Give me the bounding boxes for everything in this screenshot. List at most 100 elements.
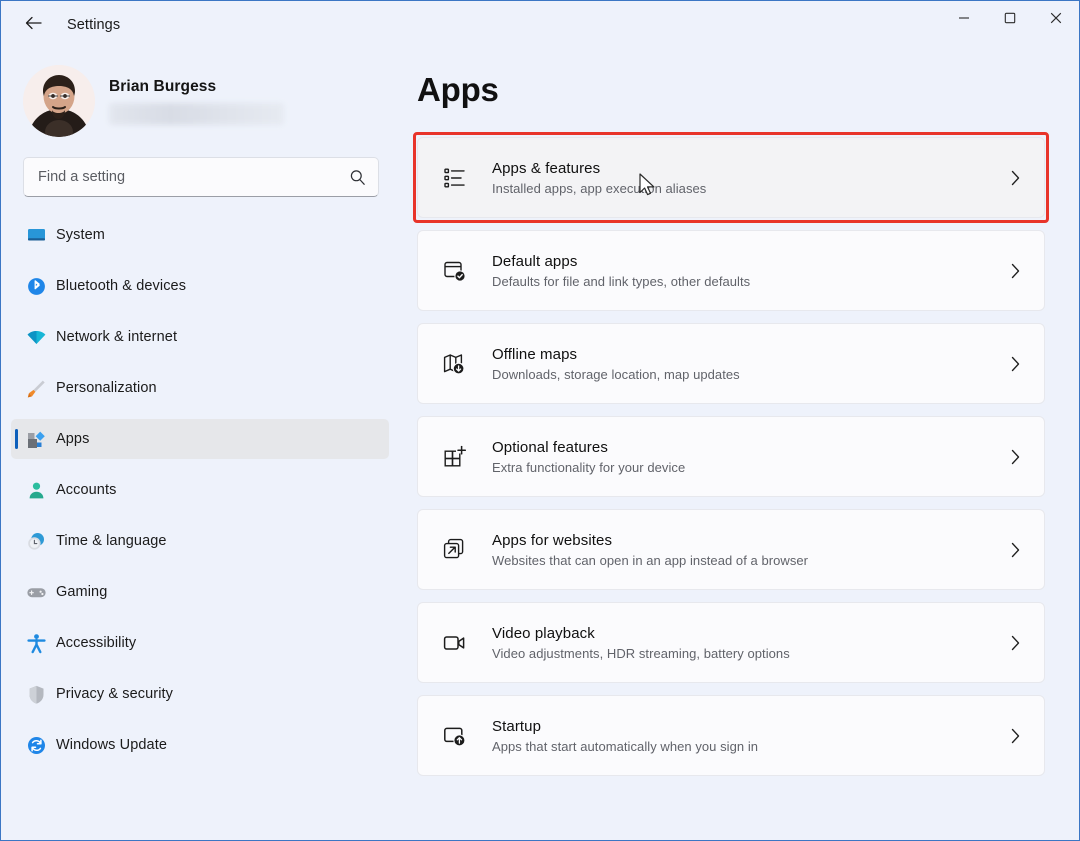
update-icon <box>25 734 47 756</box>
chevron-right-icon <box>1009 541 1022 559</box>
sidebar-item-accessibility[interactable]: Accessibility <box>11 623 389 663</box>
account-email-redacted <box>109 103 284 125</box>
system-icon <box>25 224 47 246</box>
sidebar-item-label: Bluetooth & devices <box>56 278 186 294</box>
account-name: Brian Burgess <box>109 78 284 96</box>
card-title: Video playback <box>492 625 1009 642</box>
accessibility-icon <box>25 632 47 654</box>
sidebar-item-label: Time & language <box>56 533 167 549</box>
window-controls <box>941 1 1079 49</box>
back-button[interactable] <box>13 9 53 41</box>
chevron-right-icon <box>1009 634 1022 652</box>
card-text: Optional features Extra functionality fo… <box>492 439 1009 475</box>
settings-card-video-playback[interactable]: Video playback Video adjustments, HDR st… <box>417 602 1045 683</box>
bulleted-list-icon <box>440 163 470 193</box>
back-arrow-icon <box>24 15 43 36</box>
card-subtitle: Defaults for file and link types, other … <box>492 274 1009 289</box>
gamepad-icon <box>25 581 47 603</box>
shield-icon <box>25 683 47 705</box>
sidebar-item-windows-update[interactable]: Windows Update <box>11 725 389 765</box>
sidebar-item-label: Privacy & security <box>56 686 173 702</box>
wifi-icon <box>25 326 47 348</box>
main-content: Apps Apps & features Installed <box>401 49 1079 840</box>
apps-icon <box>25 428 47 450</box>
chevron-right-icon <box>1009 355 1022 373</box>
card-subtitle: Video adjustments, HDR streaming, batter… <box>492 646 1009 661</box>
close-icon <box>1050 12 1062 24</box>
card-text: Startup Apps that start automatically wh… <box>492 718 1009 754</box>
card-text: Apps for websites Websites that can open… <box>492 532 1009 568</box>
card-title: Offline maps <box>492 346 1009 363</box>
settings-card-apps-for-websites[interactable]: Apps for websites Websites that can open… <box>417 509 1045 590</box>
settings-window: Settings <box>0 0 1080 841</box>
window-body: Brian Burgess <box>1 49 1079 840</box>
sidebar-item-accounts[interactable]: Accounts <box>11 470 389 510</box>
card-title: Startup <box>492 718 1009 735</box>
sidebar-item-label: Network & internet <box>56 329 177 345</box>
search-input[interactable] <box>38 169 349 185</box>
sidebar-nav: System Bluetooth & devices <box>1 215 401 765</box>
close-button[interactable] <box>1033 1 1079 35</box>
minimize-button[interactable] <box>941 1 987 35</box>
card-text: Offline maps Downloads, storage location… <box>492 346 1009 382</box>
window-up-arrow-icon <box>440 721 470 751</box>
card-subtitle: Installed apps, app execution aliases <box>492 181 1009 196</box>
sidebar: Brian Burgess <box>1 49 401 840</box>
card-subtitle: Apps that start automatically when you s… <box>492 739 1009 754</box>
sidebar-item-label: Accessibility <box>56 635 136 651</box>
search-box[interactable] <box>23 157 379 197</box>
grid-plus-icon <box>440 442 470 472</box>
external-link-windows-icon <box>440 535 470 565</box>
sidebar-item-bluetooth-devices[interactable]: Bluetooth & devices <box>11 266 389 306</box>
sidebar-item-personalization[interactable]: Personalization <box>11 368 389 408</box>
card-title: Apps for websites <box>492 532 1009 549</box>
chevron-right-icon <box>1009 169 1022 187</box>
maximize-icon <box>1004 12 1016 24</box>
settings-card-optional-features[interactable]: Optional features Extra functionality fo… <box>417 416 1045 497</box>
sidebar-item-apps[interactable]: Apps <box>11 419 389 459</box>
paintbrush-icon <box>25 377 47 399</box>
card-subtitle: Downloads, storage location, map updates <box>492 367 1009 382</box>
settings-card-offline-maps[interactable]: Offline maps Downloads, storage location… <box>417 323 1045 404</box>
window-title: Settings <box>67 17 120 33</box>
sidebar-item-label: Personalization <box>56 380 157 396</box>
clock-icon <box>25 530 47 552</box>
sidebar-item-time-language[interactable]: Time & language <box>11 521 389 561</box>
chevron-right-icon <box>1009 262 1022 280</box>
sidebar-item-label: System <box>56 227 105 243</box>
account-icon <box>25 479 47 501</box>
card-text: Video playback Video adjustments, HDR st… <box>492 625 1009 661</box>
sidebar-item-gaming[interactable]: Gaming <box>11 572 389 612</box>
card-title: Default apps <box>492 253 1009 270</box>
card-title: Optional features <box>492 439 1009 456</box>
sidebar-item-label: Accounts <box>56 482 116 498</box>
map-download-icon <box>440 349 470 379</box>
sidebar-item-privacy-security[interactable]: Privacy & security <box>11 674 389 714</box>
sidebar-item-label: Windows Update <box>56 737 167 753</box>
card-subtitle: Websites that can open in an app instead… <box>492 553 1009 568</box>
minimize-icon <box>958 12 970 24</box>
chevron-right-icon <box>1009 727 1022 745</box>
account-section[interactable]: Brian Burgess <box>1 49 401 141</box>
settings-card-list: Apps & features Installed apps, app exec… <box>417 137 1045 776</box>
card-subtitle: Extra functionality for your device <box>492 460 1009 475</box>
sidebar-item-label: Gaming <box>56 584 107 600</box>
settings-card-default-apps[interactable]: Default apps Defaults for file and link … <box>417 230 1045 311</box>
video-camera-icon <box>440 628 470 658</box>
settings-card-startup[interactable]: Startup Apps that start automatically wh… <box>417 695 1045 776</box>
card-text: Apps & features Installed apps, app exec… <box>492 160 1009 196</box>
account-text: Brian Burgess <box>109 78 284 125</box>
default-apps-check-icon <box>440 256 470 286</box>
title-bar: Settings <box>1 1 1079 49</box>
sidebar-item-system[interactable]: System <box>11 215 389 255</box>
sidebar-item-network-internet[interactable]: Network & internet <box>11 317 389 357</box>
avatar <box>23 65 95 137</box>
card-text: Default apps Defaults for file and link … <box>492 253 1009 289</box>
maximize-button[interactable] <box>987 1 1033 35</box>
settings-card-apps-features[interactable]: Apps & features Installed apps, app exec… <box>417 137 1045 218</box>
bluetooth-icon <box>25 275 47 297</box>
sidebar-item-label: Apps <box>56 431 89 447</box>
chevron-right-icon <box>1009 448 1022 466</box>
search-icon <box>349 169 366 186</box>
card-title: Apps & features <box>492 160 1009 177</box>
